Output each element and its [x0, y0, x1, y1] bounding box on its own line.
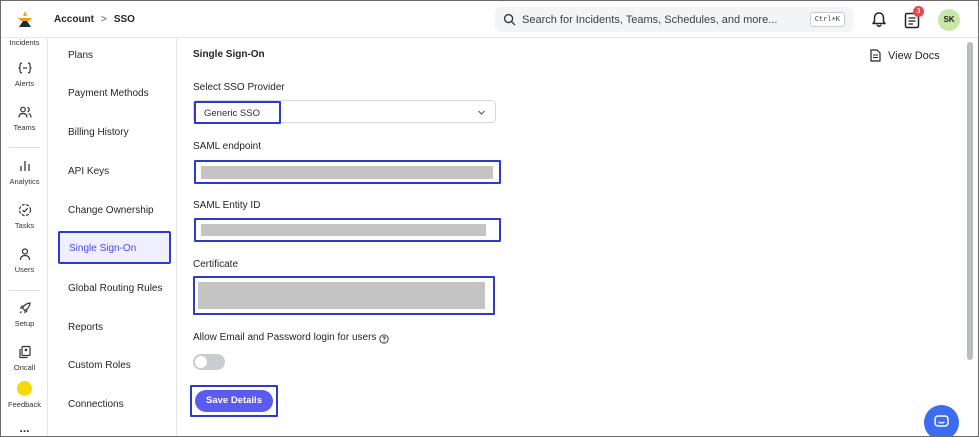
nav-item-connections[interactable]: Connections	[68, 399, 124, 410]
breadcrumb-sso: SSO	[113, 14, 135, 25]
page-title: Single Sign-On	[193, 49, 265, 60]
rail-item-teams[interactable]: Teams	[1, 105, 48, 132]
alerts-icon	[17, 62, 32, 74]
redacted-value	[201, 166, 493, 179]
app-window: Account > SSO Search for Incidents, Team…	[0, 0, 979, 437]
saml-entity-id-field[interactable]	[194, 218, 501, 242]
chat-launcher-button[interactable]	[924, 405, 959, 436]
redacted-value	[198, 282, 485, 309]
rail-divider	[9, 147, 40, 148]
view-docs-link[interactable]: View Docs	[870, 49, 940, 62]
save-details-button[interactable]: Save Details	[195, 390, 273, 412]
chevron-down-icon	[478, 110, 485, 115]
avatar[interactable]: SK	[938, 9, 960, 31]
icon-rail: Incidents Alerts Teams Analytics Tasks U…	[1, 38, 48, 436]
rail-item-feedback[interactable]: Feedback	[1, 381, 48, 409]
breadcrumb: Account > SSO	[54, 14, 135, 25]
rail-item-oncall[interactable]: Oncall	[1, 345, 48, 372]
users-icon	[19, 248, 30, 261]
rail-label-users: Users	[14, 265, 35, 274]
teams-icon	[17, 106, 32, 118]
rail-item-setup[interactable]: Setup	[1, 301, 48, 328]
nav-item-change-ownership[interactable]: Change Ownership	[68, 205, 154, 216]
saml-entity-id-label: SAML Entity ID	[193, 200, 261, 211]
scrollbar-thumb[interactable]	[967, 42, 973, 360]
search-input[interactable]: Search for Incidents, Teams, Schedules, …	[495, 7, 853, 32]
nav-item-payment-methods[interactable]: Payment Methods	[68, 88, 149, 99]
rail-label-tasks: Tasks	[14, 221, 35, 230]
search-icon	[503, 13, 516, 26]
rail-label-oncall: Oncall	[13, 363, 36, 372]
nav-item-custom-roles[interactable]: Custom Roles	[68, 360, 131, 371]
certificate-label: Certificate	[193, 259, 239, 270]
sso-provider-label: Select SSO Provider	[193, 82, 285, 93]
rail-label-setup: Setup	[14, 319, 35, 328]
nav-item-reports[interactable]: Reports	[68, 322, 103, 333]
save-details-highlight: Save Details	[190, 385, 278, 417]
rail-label-feedback: Feedback	[8, 400, 41, 409]
rail-label-analytics: Analytics	[9, 177, 40, 186]
nav-item-api-keys[interactable]: API Keys	[68, 166, 109, 177]
rocket-icon	[19, 302, 31, 314]
view-docs-label: View Docs	[888, 49, 940, 62]
analytics-icon	[19, 161, 30, 171]
top-bar: Account > SSO Search for Incidents, Team…	[1, 1, 978, 38]
redacted-value	[201, 224, 486, 236]
nav-item-single-sign-on[interactable]: Single Sign-On	[58, 231, 171, 264]
saml-endpoint-field[interactable]	[194, 160, 501, 184]
sso-provider-value: Generic SSO	[204, 108, 260, 119]
sso-settings-panel: Single Sign-On View Docs Select SSO Prov…	[178, 38, 963, 436]
search-shortcut-hint: Ctrl+K	[809, 12, 845, 27]
rail-more-button[interactable]: ...	[1, 421, 48, 435]
rail-item-tasks[interactable]: Tasks	[1, 203, 48, 230]
rail-label-alerts: Alerts	[14, 79, 35, 88]
oncall-icon	[18, 345, 31, 359]
account-settings-nav: Plans Payment Methods Billing History AP…	[48, 38, 177, 436]
nav-item-global-routing-rules[interactable]: Global Routing Rules	[68, 283, 163, 294]
rail-label-incidents: Incidents	[9, 38, 40, 47]
feedback-icon	[17, 381, 32, 396]
notification-count-badge: 3	[913, 6, 924, 17]
allow-login-label: Allow Email and Password login for users	[193, 332, 377, 343]
saml-endpoint-label: SAML endpoint	[193, 141, 262, 152]
rail-item-incidents[interactable]: Incidents	[1, 38, 48, 47]
help-circle-icon[interactable]	[379, 334, 389, 344]
breadcrumb-account[interactable]: Account	[54, 14, 94, 25]
toggle-knob	[195, 356, 207, 368]
sso-provider-selected-value[interactable]: Generic SSO	[194, 101, 281, 124]
rail-item-analytics[interactable]: Analytics	[1, 159, 48, 186]
brand-logo-icon[interactable]	[15, 9, 35, 29]
tasks-icon	[18, 203, 31, 217]
rail-item-alerts[interactable]: Alerts	[1, 61, 48, 88]
nav-item-billing-history[interactable]: Billing History	[68, 127, 129, 138]
certificate-field[interactable]	[193, 276, 495, 315]
nav-item-plans[interactable]: Plans	[68, 50, 93, 61]
allow-login-toggle[interactable]	[193, 354, 225, 370]
chat-icon	[934, 415, 949, 427]
document-icon	[870, 49, 881, 62]
scrollbar[interactable]	[963, 38, 978, 436]
rail-label-teams: Teams	[13, 123, 36, 132]
nav-item-single-sign-on-label: Single Sign-On	[69, 243, 137, 254]
rail-divider	[9, 290, 40, 291]
breadcrumb-separator: >	[101, 14, 107, 25]
bell-icon[interactable]	[871, 11, 887, 28]
search-placeholder: Search for Incidents, Teams, Schedules, …	[522, 14, 778, 26]
rail-item-users[interactable]: Users	[1, 247, 48, 274]
